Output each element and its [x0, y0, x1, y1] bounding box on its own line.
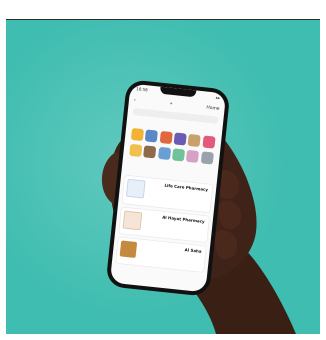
- store-logo: [119, 240, 138, 258]
- electronics-icon[interactable]: [173, 132, 187, 146]
- store-logo: [125, 178, 146, 199]
- gift-icon[interactable]: [202, 135, 216, 149]
- signal-icon: ▴▴: [215, 94, 221, 100]
- header-right-label[interactable]: Home: [206, 105, 220, 111]
- tab-2[interactable]: [152, 120, 153, 126]
- more-icon[interactable]: [200, 151, 214, 165]
- photo: 10:58 ▴▴ ‹ ⌖ Home Life Care Pharmacy Al …: [6, 20, 320, 334]
- status-time: 10:58: [135, 86, 148, 93]
- location-pin-icon[interactable]: ⌖: [169, 101, 172, 107]
- store-card[interactable]: Al Saha: [115, 237, 207, 273]
- grocery-icon[interactable]: [131, 127, 145, 141]
- bakery-icon[interactable]: [188, 133, 202, 147]
- category-grid: [128, 127, 217, 166]
- pet-icon[interactable]: [157, 147, 171, 161]
- tab-3-active[interactable]: [174, 122, 175, 129]
- tab-4[interactable]: [196, 125, 197, 131]
- store-card[interactable]: Al Hayat Pharmacy: [119, 207, 210, 243]
- beauty-icon[interactable]: [186, 150, 200, 164]
- back-icon[interactable]: ‹: [134, 97, 136, 102]
- coffee-icon[interactable]: [143, 145, 157, 159]
- top-bar: [0, 0, 326, 20]
- store-name: Life Care Pharmacy: [164, 182, 209, 193]
- tab-5[interactable]: [218, 127, 219, 133]
- pharmacy-icon[interactable]: [145, 129, 159, 143]
- restaurant-icon[interactable]: [159, 130, 173, 144]
- frame: 10:58 ▴▴ ‹ ⌖ Home Life Care Pharmacy Al …: [0, 0, 326, 340]
- sweets-icon[interactable]: [129, 144, 143, 158]
- store-card[interactable]: Life Care Pharmacy: [122, 175, 213, 213]
- store-name: Al Saha: [184, 247, 202, 254]
- smartphone: 10:58 ▴▴ ‹ ⌖ Home Life Care Pharmacy Al …: [105, 79, 231, 297]
- store-logo: [122, 210, 143, 231]
- flowers-icon[interactable]: [172, 148, 186, 162]
- store-name: Al Hayat Pharmacy: [161, 214, 205, 225]
- tab-1[interactable]: [131, 118, 132, 124]
